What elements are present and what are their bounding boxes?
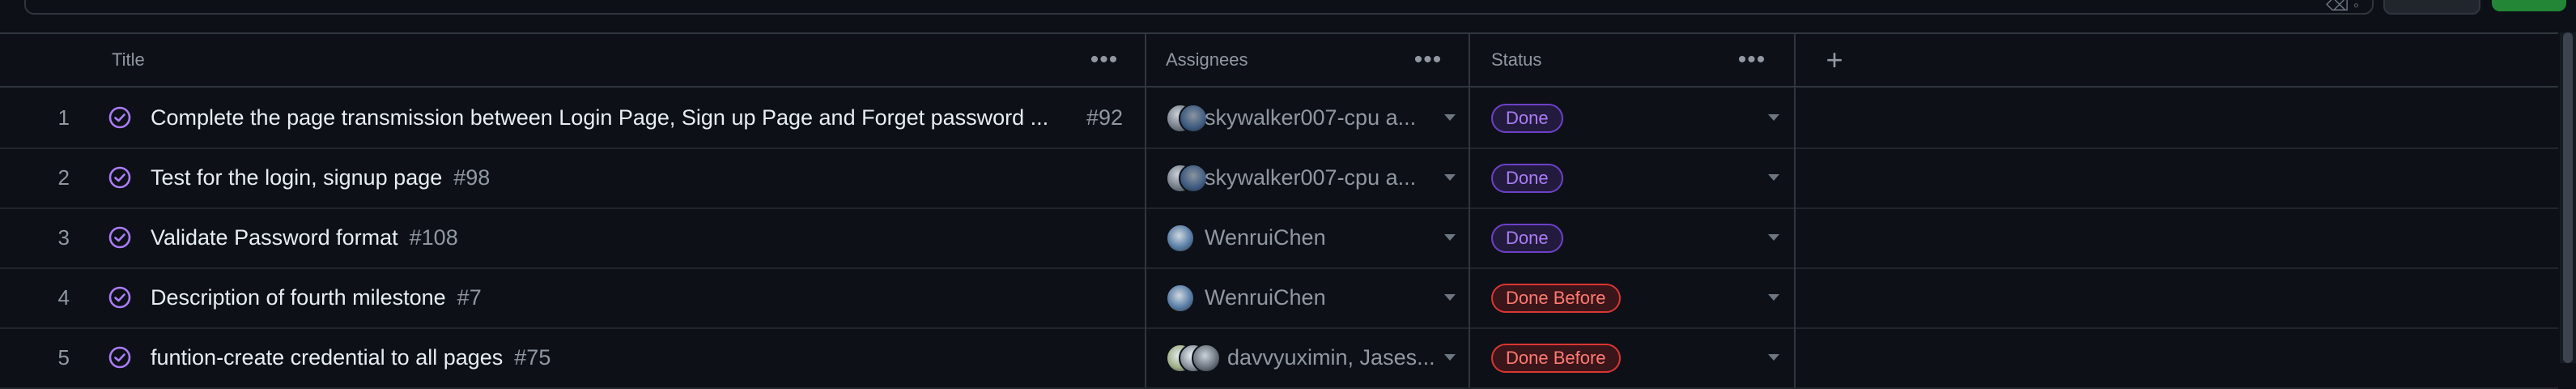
table-header: Title ••• Assignees ••• Status ••• + xyxy=(0,34,2558,88)
issue-closed-icon xyxy=(108,166,131,189)
issue-number[interactable]: #98 xyxy=(453,165,490,190)
column-divider xyxy=(1794,207,1796,267)
column-divider xyxy=(1794,88,1796,147)
assignee-names[interactable]: WenruiChen xyxy=(1205,267,1326,327)
issue-number[interactable]: #75 xyxy=(514,345,550,370)
column-divider xyxy=(1469,327,1470,387)
column-divider xyxy=(1145,327,1146,387)
column-divider xyxy=(1145,267,1146,327)
issue-number[interactable]: #108 xyxy=(410,225,458,250)
issue-title[interactable]: Test for the login, signup page #98 xyxy=(151,147,490,207)
avatar xyxy=(1166,224,1195,253)
assignee-names[interactable]: davvyuximin, Jases... xyxy=(1227,327,1435,387)
toolbar: ⌫ ◦ xyxy=(0,0,2576,32)
issue-closed-icon xyxy=(108,226,131,249)
dropdown-caret-icon[interactable] xyxy=(1444,114,1456,121)
avatar xyxy=(1166,284,1195,313)
status-column-menu-icon[interactable]: ••• xyxy=(1736,45,1768,75)
status-badge[interactable]: Done xyxy=(1491,164,1563,193)
save-view-button[interactable] xyxy=(2492,0,2566,11)
issue-number[interactable]: #92 xyxy=(1086,88,1123,147)
issue-title[interactable]: Description of fourth milestone #7 xyxy=(151,267,482,327)
add-column-plus-icon[interactable]: + xyxy=(1817,42,1852,78)
column-header-title[interactable]: Title xyxy=(112,34,145,86)
column-divider xyxy=(1469,267,1470,327)
column-divider xyxy=(1145,147,1146,207)
assignee-names[interactable]: WenruiChen xyxy=(1205,207,1326,267)
table-row[interactable]: 4 Description of fourth milestone #7 Wenr… xyxy=(0,267,2558,329)
table-row[interactable]: 2 Test for the login, signup page #98 sky… xyxy=(0,147,2558,209)
row-number: 1 xyxy=(57,105,70,130)
row-number: 3 xyxy=(57,225,70,250)
avatar xyxy=(1192,344,1221,373)
column-header-status[interactable]: Status xyxy=(1491,34,1541,86)
assignee-names[interactable]: skywalker007-cpu a... xyxy=(1205,147,1416,207)
issue-title-text[interactable]: Test for the login, signup page xyxy=(151,165,442,190)
row-number: 4 xyxy=(57,285,70,310)
dropdown-caret-icon[interactable] xyxy=(1768,294,1779,301)
issue-title[interactable]: Complete the page transmission between L… xyxy=(151,88,1048,147)
column-divider[interactable] xyxy=(1469,34,1470,86)
avatar xyxy=(1179,104,1208,133)
column-divider xyxy=(1794,267,1796,327)
issue-closed-icon xyxy=(108,346,131,369)
issue-closed-icon xyxy=(108,286,131,309)
dropdown-caret-icon[interactable] xyxy=(1768,114,1779,121)
column-divider xyxy=(1794,147,1796,207)
column-divider[interactable] xyxy=(1794,34,1796,86)
dropdown-caret-icon[interactable] xyxy=(1444,354,1456,361)
scrollbar-thumb[interactable] xyxy=(2563,32,2573,363)
column-divider xyxy=(1469,88,1470,147)
table-row[interactable]: 1 Complete the page transmission between… xyxy=(0,88,2558,149)
table-row[interactable]: 3 Validate Password format #108 WenruiChe… xyxy=(0,207,2558,269)
dropdown-caret-icon[interactable] xyxy=(1768,174,1779,181)
dropdown-caret-icon[interactable] xyxy=(1444,294,1456,301)
issue-number[interactable]: #7 xyxy=(457,285,482,310)
project-table: Title ••• Assignees ••• Status ••• + 1 C… xyxy=(0,32,2558,389)
dropdown-caret-icon[interactable] xyxy=(1444,174,1456,181)
column-divider[interactable] xyxy=(1145,34,1146,86)
view-options-button[interactable] xyxy=(2383,0,2480,15)
filter-input[interactable]: ⌫ ◦ xyxy=(24,0,2374,15)
row-number: 2 xyxy=(57,165,70,190)
vertical-scrollbar[interactable] xyxy=(2560,32,2576,363)
column-divider xyxy=(1469,207,1470,267)
avatar xyxy=(1179,164,1208,193)
issue-title[interactable]: Validate Password format #108 xyxy=(151,207,458,267)
issue-title-text[interactable]: Description of fourth milestone xyxy=(151,285,446,310)
status-badge[interactable]: Done xyxy=(1491,104,1563,133)
dropdown-caret-icon[interactable] xyxy=(1444,234,1456,241)
status-badge[interactable]: Done xyxy=(1491,224,1563,253)
row-number: 5 xyxy=(57,345,70,370)
issue-closed-icon xyxy=(108,106,131,129)
issue-title-text[interactable]: funtion-create credential to all pages xyxy=(151,345,503,370)
column-divider xyxy=(1145,207,1146,267)
column-divider xyxy=(1145,88,1146,147)
table-row[interactable]: 5 funtion-create credential to all pages… xyxy=(0,327,2558,389)
column-divider xyxy=(1469,147,1470,207)
column-header-assignees[interactable]: Assignees xyxy=(1166,34,1248,86)
dropdown-caret-icon[interactable] xyxy=(1768,234,1779,241)
filter-actions-icon[interactable]: ⌫ ◦ xyxy=(2326,0,2359,15)
issue-title-text[interactable]: Validate Password format xyxy=(151,225,398,250)
assignees-column-menu-icon[interactable]: ••• xyxy=(1412,45,1444,75)
status-badge[interactable]: Done Before xyxy=(1491,344,1621,373)
status-badge[interactable]: Done Before xyxy=(1491,284,1621,313)
dropdown-caret-icon[interactable] xyxy=(1768,354,1779,361)
assignee-names[interactable]: skywalker007-cpu a... xyxy=(1205,88,1416,147)
title-column-menu-icon[interactable]: ••• xyxy=(1088,45,1120,75)
issue-title[interactable]: funtion-create credential to all pages #7… xyxy=(151,327,550,387)
column-divider xyxy=(1794,327,1796,387)
